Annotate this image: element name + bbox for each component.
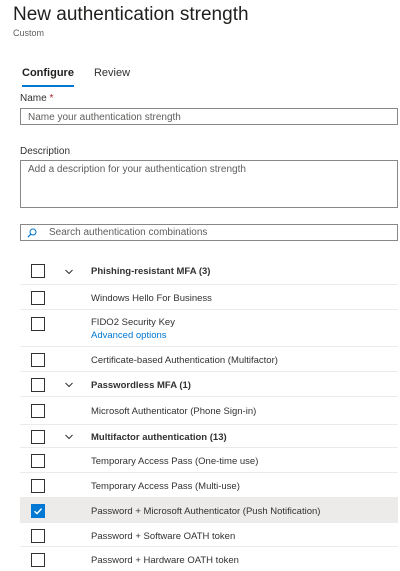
- checkmark-icon: [34, 508, 43, 515]
- item-label: Temporary Access Pass (Multi-use): [91, 481, 240, 492]
- list-item[interactable]: Temporary Access Pass (Multi-use): [20, 473, 398, 498]
- group-checkbox-passwordless[interactable]: [31, 378, 45, 392]
- item-checkbox-checked[interactable]: [31, 504, 45, 518]
- chevron-down-icon[interactable]: [64, 432, 74, 442]
- group-label: Passwordless MFA (1): [91, 380, 191, 391]
- item-label: Password + Hardware OATH token: [91, 555, 239, 566]
- list-item[interactable]: Temporary Access Pass (One-time use): [20, 448, 398, 473]
- item-checkbox[interactable]: [31, 291, 45, 305]
- required-marker: *: [49, 93, 54, 104]
- item-label: Temporary Access Pass (One-time use): [91, 456, 259, 467]
- name-label: Name *: [20, 93, 53, 104]
- tab-configure[interactable]: Configure: [22, 67, 74, 89]
- description-placeholder: Add a description for your authenticatio…: [28, 164, 246, 175]
- group-header-phishing-resistant[interactable]: Phishing-resistant MFA (3): [20, 259, 398, 285]
- item-checkbox[interactable]: [31, 553, 45, 567]
- name-input[interactable]: Name your authentication strength: [20, 108, 398, 125]
- list-item[interactable]: Microsoft Authenticator (Phone Sign-in): [20, 397, 398, 425]
- item-checkbox[interactable]: [31, 317, 45, 331]
- list-item[interactable]: FIDO2 Security Key Advanced options: [20, 310, 398, 347]
- tab-bar: Configure Review: [22, 67, 150, 89]
- page-subtitle: Custom: [13, 28, 45, 38]
- search-placeholder: Search authentication combinations: [49, 227, 208, 238]
- advanced-options-link[interactable]: Advanced options: [91, 330, 167, 341]
- item-checkbox[interactable]: [31, 353, 45, 367]
- group-label: Multifactor authentication (13): [91, 432, 227, 443]
- list-item[interactable]: Certificate-based Authentication (Multif…: [20, 347, 398, 372]
- page: New authentication strength Custom Confi…: [0, 0, 400, 571]
- search-input[interactable]: Search authentication combinations: [20, 224, 398, 241]
- item-label: Password + Microsoft Authenticator (Push…: [91, 506, 321, 517]
- group-checkbox-multifactor[interactable]: [31, 430, 45, 444]
- group-checkbox-phishing-resistant[interactable]: [31, 264, 45, 278]
- chevron-down-icon[interactable]: [64, 267, 74, 277]
- item-label: Password + Software OATH token: [91, 531, 236, 542]
- name-label-text: Name: [20, 93, 47, 104]
- auth-combinations-list: Phishing-resistant MFA (3) Windows Hello…: [20, 259, 398, 571]
- item-label: Windows Hello For Business: [91, 293, 212, 304]
- page-title: New authentication strength: [13, 4, 249, 25]
- list-item[interactable]: Password + Hardware OATH token: [20, 547, 398, 571]
- item-checkbox[interactable]: [31, 454, 45, 468]
- description-textarea[interactable]: Add a description for your authenticatio…: [20, 160, 398, 208]
- group-label: Phishing-resistant MFA (3): [91, 266, 211, 277]
- description-label: Description: [20, 146, 71, 157]
- item-label: Certificate-based Authentication (Multif…: [91, 355, 278, 366]
- tab-review[interactable]: Review: [94, 67, 130, 89]
- name-placeholder: Name your authentication strength: [28, 112, 181, 123]
- search-icon: [27, 228, 37, 238]
- item-label: Microsoft Authenticator (Phone Sign-in): [91, 406, 257, 417]
- item-checkbox[interactable]: [31, 529, 45, 543]
- list-item[interactable]: Windows Hello For Business: [20, 285, 398, 310]
- group-header-multifactor[interactable]: Multifactor authentication (13): [20, 425, 398, 448]
- group-header-passwordless[interactable]: Passwordless MFA (1): [20, 372, 398, 397]
- chevron-down-icon[interactable]: [64, 380, 74, 390]
- item-checkbox[interactable]: [31, 479, 45, 493]
- list-item-selected[interactable]: Password + Microsoft Authenticator (Push…: [20, 498, 398, 523]
- item-checkbox[interactable]: [31, 404, 45, 418]
- list-item[interactable]: Password + Software OATH token: [20, 523, 398, 547]
- item-label: FIDO2 Security Key: [91, 317, 175, 328]
